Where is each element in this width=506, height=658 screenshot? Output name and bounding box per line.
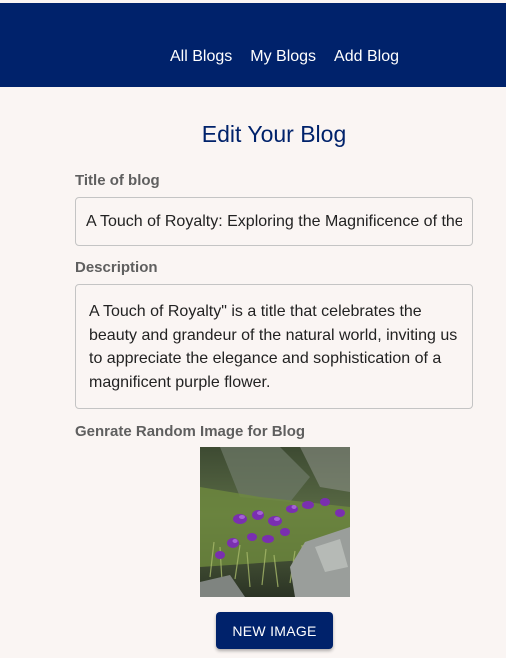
blog-image-graphic (200, 447, 350, 597)
title-input[interactable] (76, 198, 472, 245)
nav-links: All Blogs My Blogs Add Blog (170, 48, 399, 66)
nav-link-all-blogs[interactable]: All Blogs (170, 48, 232, 66)
title-label: Title of blog (75, 172, 160, 189)
new-image-button[interactable]: NEW IMAGE (216, 612, 333, 649)
blog-image (200, 447, 350, 597)
description-label: Description (75, 259, 158, 276)
page-title: Edit Your Blog (201, 121, 347, 147)
description-field: A Touch of Royalty" is a title that cele… (75, 284, 473, 409)
nav-link-add-blog[interactable]: Add Blog (334, 48, 399, 66)
description-input[interactable]: A Touch of Royalty" is a title that cele… (76, 285, 472, 408)
image-label: Genrate Random Image for Blog (75, 423, 306, 440)
nav-link-my-blogs[interactable]: My Blogs (250, 48, 316, 66)
title-field (75, 197, 473, 246)
navbar: All Blogs My Blogs Add Blog (0, 3, 506, 87)
